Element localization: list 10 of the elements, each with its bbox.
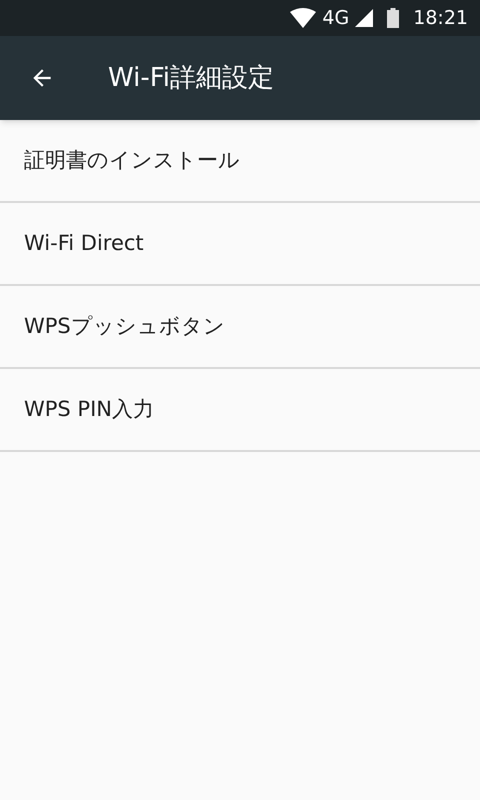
settings-item[interactable]: 証明書のインストール <box>0 120 480 203</box>
settings-item[interactable]: WPS PIN入力 <box>0 369 480 452</box>
battery-icon <box>387 8 400 28</box>
signal-icon <box>355 9 374 27</box>
clock: 18:21 <box>413 8 468 28</box>
network-type: 4G <box>322 8 350 28</box>
settings-item[interactable]: WPSプッシュボタン <box>0 286 480 369</box>
screen-title: Wi-Fi詳細設定 <box>108 62 274 94</box>
settings-item[interactable]: Wi-Fi Direct <box>0 203 480 286</box>
wifi-icon <box>290 8 316 28</box>
